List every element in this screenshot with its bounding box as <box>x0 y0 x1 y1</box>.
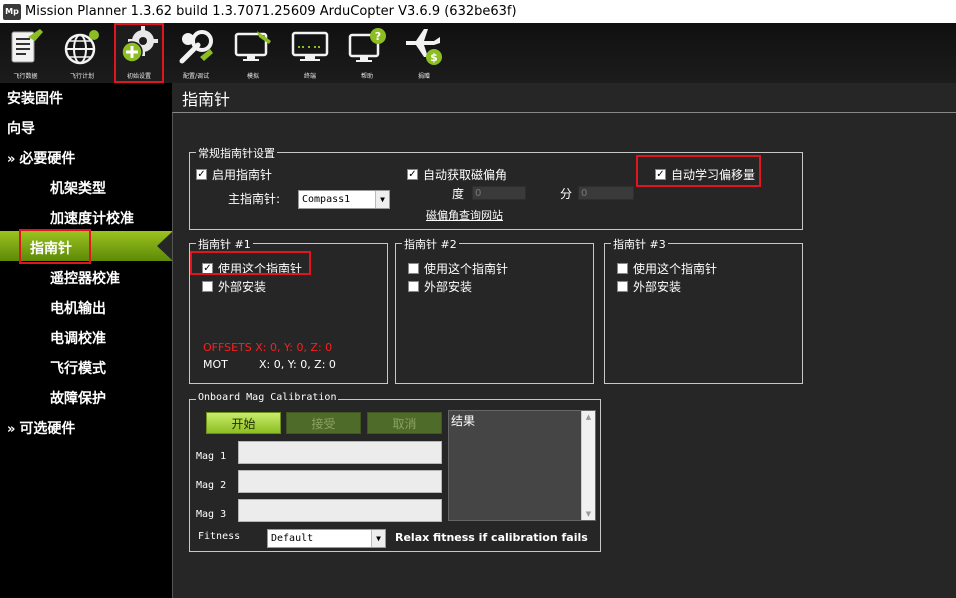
declination-minute-label: 分 <box>560 187 573 201</box>
toolbar-flight-data-button[interactable]: 飞行数据 <box>1 23 50 83</box>
compass3-use-checkbox[interactable]: 使用这个指南针 <box>617 260 717 277</box>
toolbar-simulation-button[interactable]: 模拟 <box>228 23 278 83</box>
calibration-results-box[interactable]: 结果 ▲ ▼ <box>448 410 596 521</box>
compass1-offsets: OFFSETS X: 0, Y: 0, Z: 0 <box>203 341 333 354</box>
sidebar-item-accel-calibration[interactable]: 加速度计校准 <box>50 208 134 228</box>
config-tuning-icon <box>179 30 213 64</box>
flight-data-icon <box>11 29 43 63</box>
toolbar-flight-plan-button[interactable]: 飞行计划 <box>57 23 107 83</box>
compass1-legend: 指南针 #1 <box>196 236 253 252</box>
sidebar-item-failsafe[interactable]: 故障保护 <box>50 388 106 408</box>
help-icon: ? <box>348 28 386 62</box>
general-settings-legend: 常规指南针设置 <box>196 145 277 161</box>
scroll-up-icon[interactable]: ▲ <box>582 413 595 421</box>
compass1-mot-label: MOT <box>203 358 228 371</box>
primary-compass-label: 主指南针: <box>228 192 281 206</box>
results-scrollbar[interactable]: ▲ ▼ <box>581 411 595 520</box>
fitness-label: Fitness <box>198 531 241 542</box>
svg-text:$: $ <box>430 51 438 64</box>
fitness-select[interactable]: Default ▼ <box>267 529 386 548</box>
compass2-use-checkbox[interactable]: 使用这个指南针 <box>408 260 508 277</box>
initial-setup-icon <box>121 26 158 63</box>
declination-website-link[interactable]: 磁偏角查询网站 <box>426 207 503 223</box>
check-icon: ✓ <box>407 169 418 180</box>
app-logo-icon: Mp <box>3 3 21 20</box>
compass3-external-checkbox[interactable]: 外部安装 <box>617 278 681 295</box>
mag1-progress <box>238 441 442 464</box>
compass1-external-checkbox[interactable]: 外部安装 <box>202 278 266 295</box>
results-label: 结果 <box>451 414 476 428</box>
compass1-mot-values: X: 0, Y: 0, Z: 0 <box>259 358 336 371</box>
declination-minute-input[interactable]: 0 <box>578 186 634 200</box>
compass2-external-checkbox[interactable]: 外部安装 <box>408 278 472 295</box>
mag2-label: Mag 2 <box>196 480 227 491</box>
main-toolbar: 飞行数据 飞行计划 初始设置 配置/调试 模拟 终端 ? 帮助 $ 捐赠 <box>0 23 956 83</box>
svg-text:?: ? <box>375 30 381 43</box>
window-title: Mission Planner 1.3.62 build 1.3.7071.25… <box>25 4 517 19</box>
declination-degree-input[interactable]: 0 <box>472 186 526 200</box>
page-title: 指南针 <box>182 90 231 109</box>
sidebar-item-frame-type[interactable]: 机架类型 <box>50 178 106 198</box>
auto-learn-highlight <box>636 155 761 187</box>
sidebar-item-radio-calibration[interactable]: 遥控器校准 <box>50 268 120 288</box>
relax-fitness-label: Relax fitness if calibration fails <box>395 531 588 544</box>
flight-plan-icon <box>64 30 99 65</box>
sidebar-item-esc-calibration[interactable]: 电调校准 <box>50 328 106 348</box>
dropdown-arrow-icon: ▼ <box>371 530 385 547</box>
sidebar-item-motor-output[interactable]: 电机输出 <box>50 298 106 318</box>
expand-chevron-icon: » <box>7 152 16 167</box>
declination-degree-label: 度 <box>452 187 465 201</box>
auto-declination-checkbox[interactable]: ✓ 自动获取磁偏角 <box>407 166 507 183</box>
title-bar: Mp Mission Planner 1.3.62 build 1.3.7071… <box>0 0 956 23</box>
mag3-progress <box>238 499 442 522</box>
sidebar-item-flight-modes[interactable]: 飞行模式 <box>50 358 106 378</box>
compass-nav-highlight <box>19 229 91 264</box>
primary-compass-select[interactable]: Compass1 ▼ <box>298 190 390 209</box>
mag3-label: Mag 3 <box>196 509 227 520</box>
use-compass-highlight <box>190 251 311 275</box>
expand-chevron-icon: » <box>7 422 16 437</box>
enable-compass-checkbox[interactable]: ✓ 启用指南针 <box>196 166 272 183</box>
onboard-mag-calibration-group: Onboard Mag Calibration 开始 接受 取消 Mag 1 M… <box>189 392 601 552</box>
sidebar-item-optional-hardware[interactable]: » 可选硬件 <box>7 418 75 438</box>
toolbar-initial-setup-button[interactable]: 初始设置 <box>114 23 164 83</box>
onboard-calibration-legend: Onboard Mag Calibration <box>196 392 339 403</box>
sidebar-item-wizard[interactable]: 向导 <box>7 118 35 138</box>
compass2-legend: 指南针 #2 <box>402 236 459 252</box>
compass2-group: 指南针 #2 使用这个指南针 外部安装 <box>395 236 594 384</box>
dropdown-arrow-icon: ▼ <box>375 191 389 208</box>
toolbar-help-button[interactable]: ? 帮助 <box>342 23 392 83</box>
mag2-progress <box>238 470 442 493</box>
start-calibration-button[interactable]: 开始 <box>206 412 281 434</box>
toolbar-donate-button[interactable]: $ 捐赠 <box>399 23 449 83</box>
setup-sidebar: 安装固件 向导 » 必要硬件 机架类型 加速度计校准 指南针 遥控器校准 电机输出… <box>0 83 173 598</box>
check-icon: ✓ <box>196 169 207 180</box>
mag1-label: Mag 1 <box>196 451 227 462</box>
compass3-legend: 指南针 #3 <box>611 236 668 252</box>
compass3-group: 指南针 #3 使用这个指南针 外部安装 <box>604 236 803 384</box>
donate-icon: $ <box>406 29 442 65</box>
toolbar-terminal-button[interactable]: 终端 <box>285 23 335 83</box>
toolbar-config-tuning-button[interactable]: 配置/调试 <box>171 23 221 83</box>
accept-calibration-button[interactable]: 接受 <box>286 412 361 434</box>
sidebar-item-mandatory-hardware[interactable]: » 必要硬件 <box>7 148 75 168</box>
terminal-icon <box>291 31 329 61</box>
sidebar-item-install-firmware[interactable]: 安装固件 <box>7 88 63 108</box>
cancel-calibration-button[interactable]: 取消 <box>367 412 442 434</box>
simulation-icon <box>234 31 271 61</box>
scroll-down-icon[interactable]: ▼ <box>582 510 595 518</box>
